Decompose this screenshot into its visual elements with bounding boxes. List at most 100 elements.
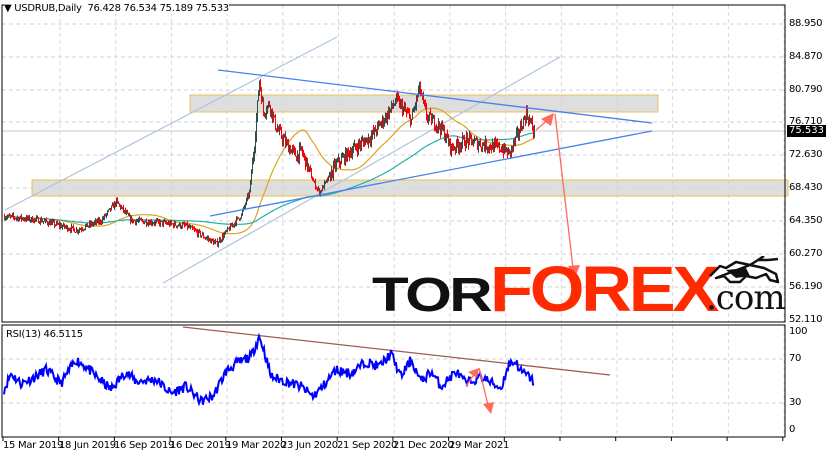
candle: [41, 216, 42, 223]
candle: [46, 217, 47, 223]
candle: [28, 215, 29, 221]
candle: [134, 219, 135, 222]
rsi-arrow-down[interactable]: [478, 367, 494, 414]
candle: [534, 124, 535, 139]
candle: [308, 163, 309, 172]
candle: [444, 125, 445, 141]
candle: [138, 217, 139, 224]
candle: [142, 218, 143, 223]
candle: [395, 97, 396, 107]
candle: [44, 217, 45, 222]
candle: [114, 200, 115, 211]
candle: [482, 142, 483, 153]
candle: [435, 125, 436, 132]
candle: [93, 221, 94, 227]
candle: [225, 230, 226, 235]
candle: [449, 138, 450, 146]
candle: [312, 176, 313, 181]
candle: [520, 120, 521, 134]
candle: [178, 224, 179, 227]
candle: [57, 220, 58, 226]
candle: [18, 216, 19, 223]
candle: [426, 103, 427, 121]
candle: [168, 220, 169, 226]
candle: [298, 153, 299, 164]
candle: [293, 144, 294, 153]
forecast-arrow-up[interactable]: [535, 113, 554, 131]
candle: [360, 140, 361, 152]
candle: [375, 125, 376, 132]
candle: [424, 99, 425, 107]
candle: [181, 225, 182, 230]
candle: [224, 231, 225, 238]
chart-canvas[interactable]: [0, 0, 838, 458]
candle: [96, 219, 97, 226]
candle: [391, 100, 392, 113]
candle: [489, 144, 490, 154]
time-tick: 21 Sep 2020: [337, 440, 398, 451]
candle: [238, 217, 239, 219]
candle: [438, 118, 439, 134]
candle: [304, 152, 305, 161]
candle: [218, 241, 219, 248]
candle: [151, 218, 152, 227]
candle: [255, 131, 256, 154]
candle: [88, 225, 89, 228]
candle: [384, 118, 385, 127]
candle: [87, 223, 88, 227]
triangle-down-icon[interactable]: ▼: [4, 3, 14, 14]
candle: [125, 207, 126, 215]
candle: [75, 231, 76, 234]
candle: [72, 226, 73, 229]
candle: [522, 126, 523, 131]
candle: [109, 208, 110, 211]
candle: [498, 142, 499, 148]
candle: [521, 118, 522, 132]
candle: [137, 218, 138, 223]
candle: [132, 218, 133, 224]
candle: [343, 152, 344, 158]
candle: [456, 139, 457, 154]
candle: [276, 128, 277, 133]
candle: [289, 144, 290, 155]
candle: [272, 108, 273, 124]
candle: [407, 107, 408, 114]
time-tick: 16 Sep 2019: [114, 440, 175, 451]
candle: [130, 214, 131, 225]
candle: [399, 95, 400, 109]
candle: [212, 238, 213, 242]
candle: [468, 137, 469, 150]
candle: [159, 218, 160, 227]
candle: [73, 224, 74, 232]
candle: [176, 225, 177, 229]
candle: [198, 229, 199, 238]
candle: [187, 220, 188, 231]
support-zone[interactable]: [31, 179, 789, 197]
candle: [155, 219, 156, 227]
candle: [185, 222, 186, 227]
candle: [452, 142, 453, 151]
candle: [186, 223, 187, 226]
price-tick: 64.350: [789, 215, 823, 226]
candle: [405, 102, 406, 113]
candle: [344, 153, 345, 166]
candle: [516, 127, 517, 138]
candle: [253, 151, 254, 165]
candle: [316, 186, 317, 190]
channel-line-lower[interactable]: [162, 56, 561, 284]
candle: [439, 121, 440, 130]
candle: [481, 146, 482, 152]
candle: [310, 164, 311, 172]
candle: [362, 135, 363, 142]
rsi-line: [3, 332, 535, 407]
logo-text-com: .com: [706, 278, 786, 318]
candle: [74, 228, 75, 233]
candle: [533, 125, 534, 139]
candle: [26, 214, 27, 223]
candle: [98, 216, 99, 225]
candle: [505, 143, 506, 153]
candle: [129, 212, 130, 217]
candle: [264, 111, 265, 118]
candle: [227, 226, 228, 233]
candle: [246, 197, 247, 206]
